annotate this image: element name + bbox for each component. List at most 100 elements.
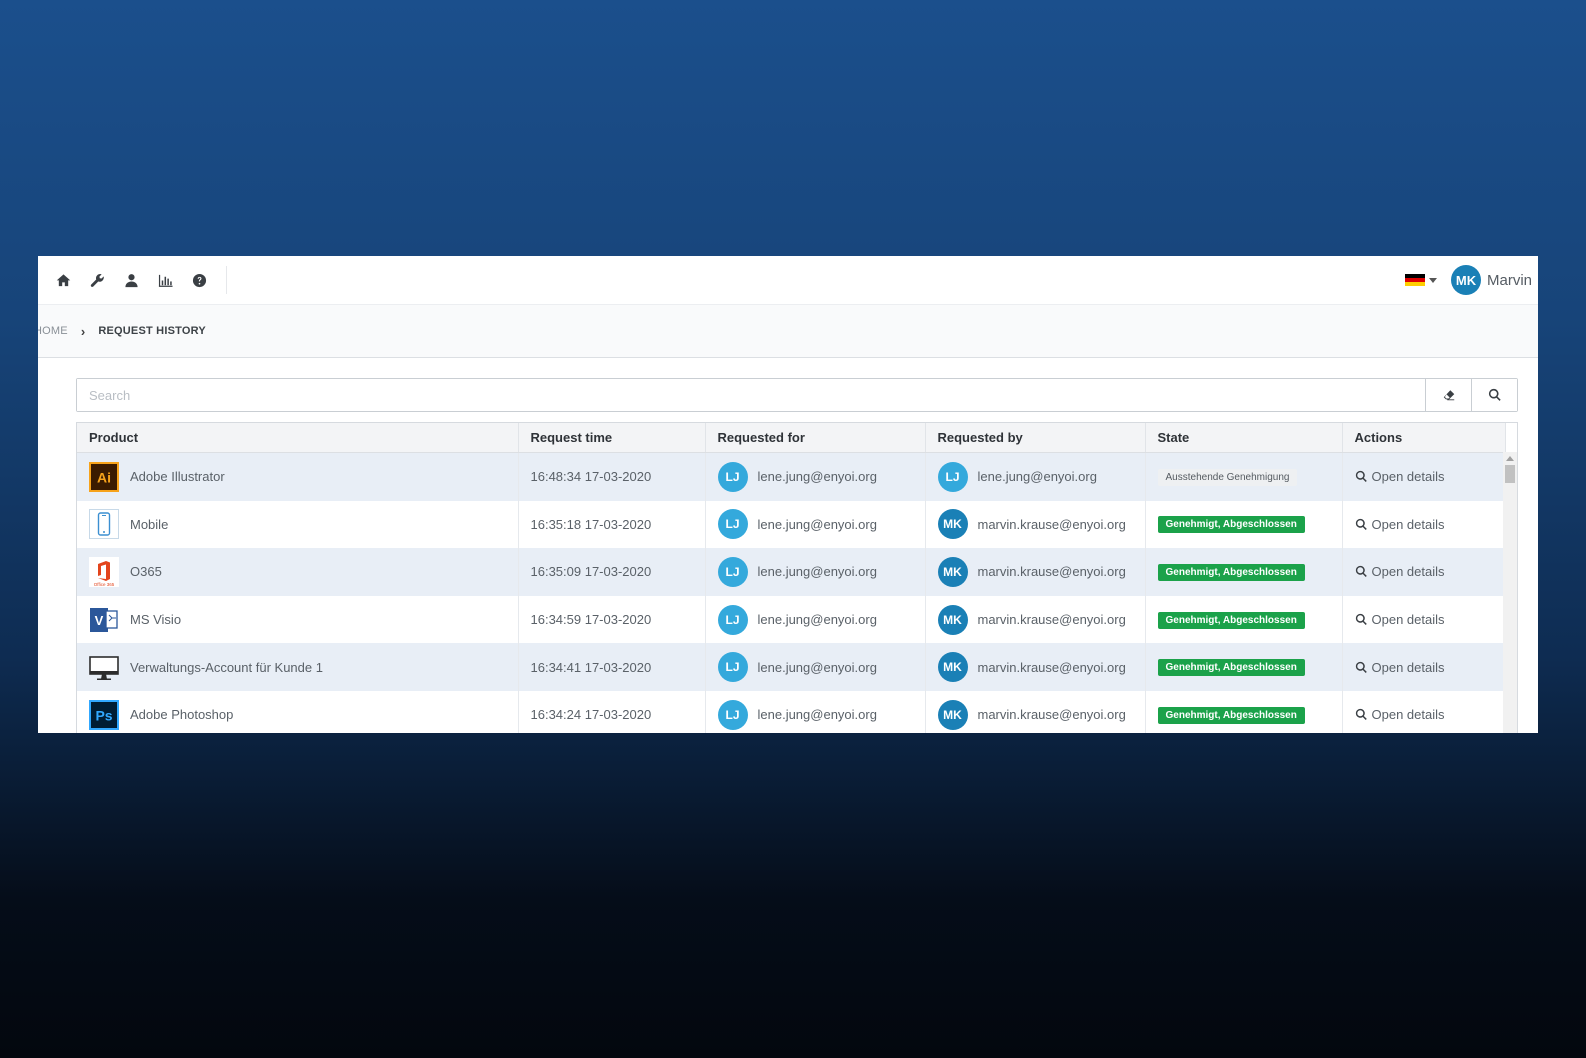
search-input[interactable] [77, 379, 1425, 411]
search-icon [1355, 518, 1367, 530]
german-flag-icon[interactable] [1404, 273, 1425, 287]
home-icon[interactable] [46, 266, 80, 294]
avatar: LJ [717, 699, 748, 730]
chevron-down-icon[interactable] [1428, 277, 1437, 283]
svg-text:V: V [95, 613, 104, 628]
breadcrumb-home[interactable]: HOME [38, 325, 68, 337]
user-icon[interactable] [114, 266, 148, 294]
open-details-link[interactable]: Open details [1355, 469, 1493, 484]
column-header-request-time[interactable]: Request time [518, 423, 706, 453]
requested-for-email: lene.jung@enyoi.org [757, 469, 877, 485]
requested-for-email: lene.jung@enyoi.org [757, 564, 877, 580]
search-icon [1488, 388, 1501, 401]
avatar: LJ [717, 461, 748, 492]
table-row[interactable]: V MS Visio 16:34:59 17-03-2020 LJ lene.ju… [77, 595, 1506, 644]
table-row[interactable]: Mobile 16:35:18 17-03-2020 LJ lene.jung@e… [77, 500, 1506, 549]
clear-button[interactable] [1425, 379, 1471, 411]
avatar: LJ [717, 652, 748, 683]
breadcrumb: HOME › REQUEST HISTORY [38, 305, 1538, 358]
requested-for-email: lene.jung@enyoi.org [757, 516, 877, 532]
column-header-product[interactable]: Product [77, 423, 519, 453]
request-time: 16:34:41 17-03-2020 [518, 643, 706, 691]
breadcrumb-current: REQUEST HISTORY [98, 325, 206, 337]
avatar[interactable]: MK [1450, 265, 1481, 295]
avatar: MK [937, 556, 968, 587]
column-header-requested-for[interactable]: Requested for [705, 423, 926, 453]
requested-by-email: marvin.krause@enyoi.org [977, 659, 1126, 675]
chevron-right-icon: › [80, 323, 86, 339]
search-icon [1355, 566, 1367, 578]
avatar: MK [937, 652, 968, 683]
office365-icon: Office 365 [89, 556, 119, 587]
wrench-icon[interactable] [80, 266, 114, 294]
user-name[interactable]: Marvin [1487, 272, 1532, 289]
open-details-label: Open details [1371, 707, 1445, 723]
product-name: Verwaltungs-Account für Kunde 1 [130, 659, 323, 675]
column-header-state[interactable]: State [1145, 423, 1343, 453]
requested-for-email: lene.jung@enyoi.org [757, 707, 877, 723]
open-details-label: Open details [1371, 659, 1445, 675]
avatar: MK [937, 509, 968, 540]
scroll-up-icon[interactable] [1506, 456, 1514, 461]
status-badge: Genehmigt, Abgeschlossen [1157, 659, 1305, 677]
status-badge: Genehmigt, Abgeschlossen [1157, 516, 1305, 534]
table-row[interactable]: Office 365 O365 16:35:09 17-03-2020 LJ le… [77, 548, 1506, 596]
open-details-link[interactable]: Open details [1355, 707, 1493, 722]
table-scrollbar[interactable] [1503, 452, 1517, 733]
product-name: Mobile [130, 516, 169, 532]
table-row[interactable]: Ai Adobe Illustrator 16:48:34 17-03-2020… [77, 452, 1506, 501]
header-right: MK Marvin [1404, 256, 1532, 304]
avatar: LJ [717, 556, 748, 587]
avatar: LJ [937, 461, 968, 492]
table-header-row: Product Request time Requested for Reque… [77, 423, 1506, 453]
requested-for-email: lene.jung@enyoi.org [757, 612, 877, 628]
open-details-label: Open details [1371, 612, 1445, 628]
product-name: Adobe Photoshop [130, 707, 234, 723]
help-icon[interactable] [182, 266, 216, 294]
request-time: 16:35:09 17-03-2020 [518, 548, 706, 596]
bar-chart-icon[interactable] [148, 266, 182, 294]
avatar: LJ [717, 604, 748, 635]
svg-text:Ai: Ai [97, 469, 111, 485]
open-details-link[interactable]: Open details [1355, 660, 1493, 675]
product-name: O365 [130, 564, 162, 580]
request-history-table: Product Request time Requested for Reque… [76, 422, 1518, 733]
illustrator-icon: Ai [89, 461, 119, 492]
avatar: LJ [717, 509, 748, 540]
request-time: 16:34:59 17-03-2020 [518, 595, 706, 644]
requested-by-email: marvin.krause@enyoi.org [977, 564, 1126, 580]
search-button[interactable] [1471, 379, 1517, 411]
eraser-icon [1443, 390, 1454, 401]
open-details-link[interactable]: Open details [1355, 612, 1493, 627]
photoshop-icon: Ps [89, 699, 119, 730]
visio-icon: V [89, 604, 119, 635]
open-details-label: Open details [1371, 469, 1445, 485]
table-row[interactable]: Ps Adobe Photoshop 16:34:24 17-03-2020 L… [77, 690, 1506, 733]
open-details-label: Open details [1371, 516, 1445, 532]
open-details-label: Open details [1371, 564, 1445, 580]
monitor-icon [89, 652, 119, 682]
product-name: MS Visio [130, 612, 182, 628]
column-header-requested-by[interactable]: Requested by [925, 423, 1146, 453]
nav-icon-group [38, 266, 227, 294]
mobile-icon [89, 509, 119, 540]
main-content: Product Request time Requested for Reque… [76, 378, 1518, 733]
top-navbar: MK Marvin [38, 256, 1538, 305]
search-icon [1355, 661, 1367, 673]
open-details-link[interactable]: Open details [1355, 564, 1493, 579]
status-badge: Genehmigt, Abgeschlossen [1157, 611, 1305, 629]
column-header-actions: Actions [1342, 423, 1506, 453]
avatar: MK [937, 604, 968, 635]
request-time: 16:35:18 17-03-2020 [518, 500, 706, 549]
search-icon [1355, 709, 1367, 721]
svg-text:Office 365: Office 365 [94, 582, 115, 587]
status-badge: Genehmigt, Abgeschlossen [1157, 706, 1305, 724]
requested-by-email: marvin.krause@enyoi.org [977, 612, 1126, 628]
open-details-link[interactable]: Open details [1355, 517, 1493, 532]
search-icon [1355, 613, 1367, 626]
search-bar [76, 378, 1518, 412]
table-row[interactable]: Verwaltungs-Account für Kunde 1 16:34:41… [77, 643, 1506, 691]
requested-for-email: lene.jung@enyoi.org [757, 659, 877, 675]
search-icon [1355, 471, 1367, 483]
scrollbar-thumb[interactable] [1505, 465, 1515, 483]
